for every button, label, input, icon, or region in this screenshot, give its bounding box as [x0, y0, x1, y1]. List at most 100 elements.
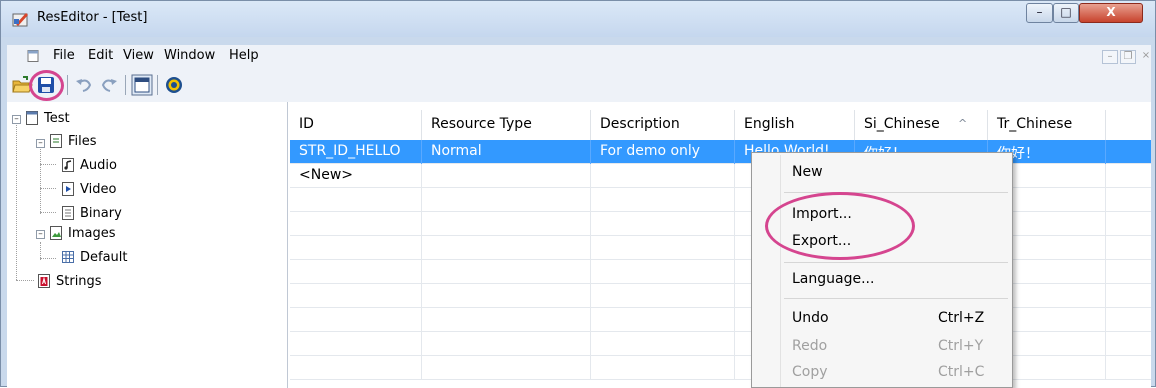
cell-empty	[591, 188, 735, 212]
binary-file-icon	[62, 206, 74, 220]
column-header-si-chinese-label: Si_Chinese	[864, 116, 940, 132]
column-header-resource-type[interactable]: Resource Type	[422, 110, 591, 140]
document-icon	[26, 111, 38, 125]
cell-empty	[422, 284, 591, 308]
cell-resource-type[interactable]: Normal	[422, 140, 591, 164]
save-highlight-circle	[29, 70, 64, 101]
tree-collapse-toggle[interactable]: –	[36, 230, 45, 239]
cell-empty	[591, 308, 735, 332]
table-row-empty	[290, 356, 1151, 380]
table-row-empty	[290, 308, 1151, 332]
context-menu: New Import... Export... Language... Undo…	[751, 152, 1013, 388]
undo-icon[interactable]	[73, 74, 95, 96]
strings-icon	[38, 274, 50, 288]
menu-file[interactable]: File	[53, 48, 75, 63]
context-menu-language[interactable]: Language...	[792, 271, 874, 287]
tree-line	[40, 212, 56, 213]
cell-empty	[422, 236, 591, 260]
menu-bar: File Edit View Window Help – ❐ ×	[7, 45, 1151, 69]
cell-id[interactable]: STR_ID_HELLO	[290, 140, 422, 164]
cell-empty	[591, 236, 735, 260]
table-row-empty	[290, 260, 1151, 284]
tree-label-strings: Strings	[56, 273, 102, 289]
minimize-icon: –	[1036, 5, 1043, 19]
cell-empty	[591, 212, 735, 236]
tree-node-strings[interactable]: Strings	[37, 270, 102, 292]
window-title: ResEditor - [Test]	[37, 10, 148, 25]
tree-line	[40, 142, 41, 214]
minimize-button[interactable]: –	[1026, 3, 1053, 23]
tree-node-images[interactable]: Images	[49, 222, 116, 244]
document-menu-icon[interactable]	[27, 50, 39, 62]
tree-node-default[interactable]: Default	[61, 246, 128, 268]
tree-node-video[interactable]: Video	[61, 178, 116, 200]
table-row-empty	[290, 188, 1151, 212]
context-menu-copy[interactable]: Copy	[792, 364, 828, 380]
table-row-new[interactable]: <New>	[290, 164, 1151, 188]
cell-empty	[591, 284, 735, 308]
tree-label-default: Default	[80, 249, 128, 265]
tree-collapse-toggle[interactable]: –	[12, 115, 21, 124]
mdi-close-button[interactable]: ×	[1138, 50, 1154, 64]
toolbar-separator	[67, 75, 68, 95]
cell-id[interactable]: <New>	[290, 164, 422, 188]
cell-resource-type[interactable]	[422, 164, 591, 188]
mdi-minimize-button[interactable]: –	[1102, 50, 1118, 64]
tree-label-test: Test	[44, 110, 70, 126]
import-export-highlight-circle	[765, 192, 915, 260]
menu-edit[interactable]: Edit	[88, 48, 113, 63]
tree-node-audio[interactable]: Audio	[61, 154, 117, 176]
mdi-restore-button[interactable]: ❐	[1120, 50, 1136, 64]
context-menu-undo[interactable]: Undo	[792, 310, 829, 326]
toolbar	[7, 69, 1151, 102]
cell-empty	[290, 284, 422, 308]
table-row-empty	[290, 284, 1151, 308]
strings-grid[interactable]: ID Resource Type Description English Si_…	[290, 110, 1151, 388]
tree-node-test[interactable]: Test	[25, 107, 70, 129]
image-set-icon	[62, 251, 74, 263]
help-icon[interactable]	[163, 74, 185, 96]
context-menu-redo[interactable]: Redo	[792, 338, 827, 354]
close-button[interactable]: X	[1079, 3, 1143, 23]
column-header-tr-chinese[interactable]: Tr_Chinese	[988, 110, 1106, 140]
column-header-description[interactable]: Description	[591, 110, 735, 140]
maximize-button[interactable]: □	[1053, 3, 1079, 23]
cell-empty	[422, 332, 591, 356]
column-header-id[interactable]: ID	[290, 110, 422, 140]
cell-description[interactable]	[591, 164, 735, 188]
tree-node-files[interactable]: Files	[49, 130, 97, 152]
table-row-empty	[290, 212, 1151, 236]
tree-line	[40, 258, 56, 259]
column-header-si-chinese[interactable]: Si_Chinese ^	[855, 110, 988, 140]
menu-view[interactable]: View	[123, 48, 154, 63]
view-icon[interactable]	[131, 74, 153, 96]
menu-help[interactable]: Help	[229, 48, 259, 63]
video-icon	[62, 182, 74, 196]
cell-empty	[290, 260, 422, 284]
context-menu-redo-shortcut: Ctrl+Y	[938, 338, 984, 354]
maximize-icon: □	[1060, 5, 1072, 19]
resource-tree[interactable]: – Test – Files Audio Video Binary – Imag…	[7, 102, 288, 388]
cell-empty	[422, 212, 591, 236]
table-row[interactable]: STR_ID_HELLO Normal For demo only Hello …	[290, 140, 1151, 164]
audio-icon	[62, 158, 74, 172]
column-header-english[interactable]: English	[735, 110, 855, 140]
cell-description[interactable]: For demo only	[591, 140, 735, 164]
tree-line	[16, 118, 17, 280]
title-bar[interactable]: ResEditor - [Test] – □ X	[1, 1, 1155, 37]
tree-label-video: Video	[80, 181, 117, 197]
cell-empty	[591, 332, 735, 356]
tree-line	[40, 188, 56, 189]
app-window: ResEditor - [Test] – □ X File Edit View …	[0, 0, 1156, 388]
redo-icon[interactable]	[98, 74, 120, 96]
tree-collapse-toggle[interactable]: –	[36, 139, 45, 148]
context-menu-new[interactable]: New	[792, 164, 823, 180]
images-icon	[50, 226, 62, 240]
cell-empty	[290, 212, 422, 236]
toolbar-separator	[157, 75, 158, 95]
tree-node-binary[interactable]: Binary	[61, 202, 122, 224]
cell-empty	[290, 188, 422, 212]
cell-empty	[591, 356, 735, 380]
menu-window[interactable]: Window	[164, 48, 215, 63]
tree-label-files: Files	[68, 133, 97, 149]
